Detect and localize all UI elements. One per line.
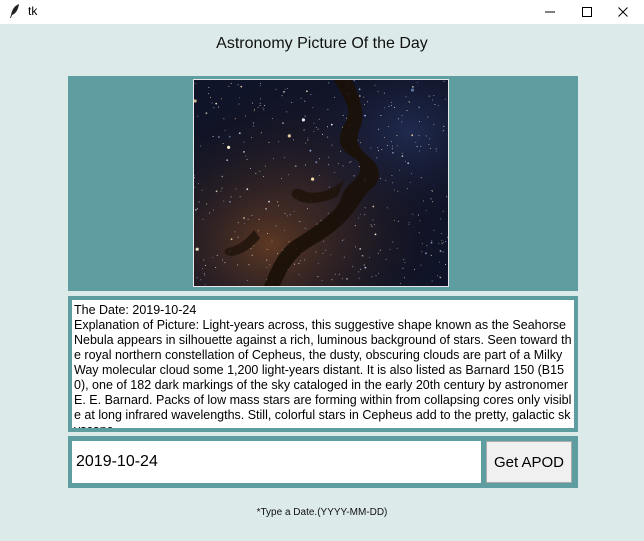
maximize-icon [582,7,592,17]
input-panel: Get APOD [68,436,578,488]
text-panel: The Date: 2019-10-24 Explanation of Pict… [68,296,578,432]
date-input[interactable] [72,441,481,483]
seahorse-nebula-image [194,80,448,286]
close-button[interactable] [600,0,644,24]
explanation-text: Explanation of Picture: Light-years acro… [74,318,572,428]
get-apod-button[interactable]: Get APOD [486,441,572,483]
date-format-hint: *Type a Date.(YYYY-MM-DD) [256,507,388,518]
apod-image [193,79,449,287]
feather-icon [10,4,19,18]
minimize-icon [545,11,555,13]
date-line: The Date: 2019-10-24 [74,303,197,317]
image-panel [68,76,578,291]
window-titlebar: tk [0,0,644,24]
app-title: Astronomy Picture Of the Day [216,35,428,52]
explanation-textbox[interactable]: The Date: 2019-10-24 Explanation of Pict… [72,300,574,428]
window-title: tk [28,4,38,18]
close-icon [618,7,628,17]
